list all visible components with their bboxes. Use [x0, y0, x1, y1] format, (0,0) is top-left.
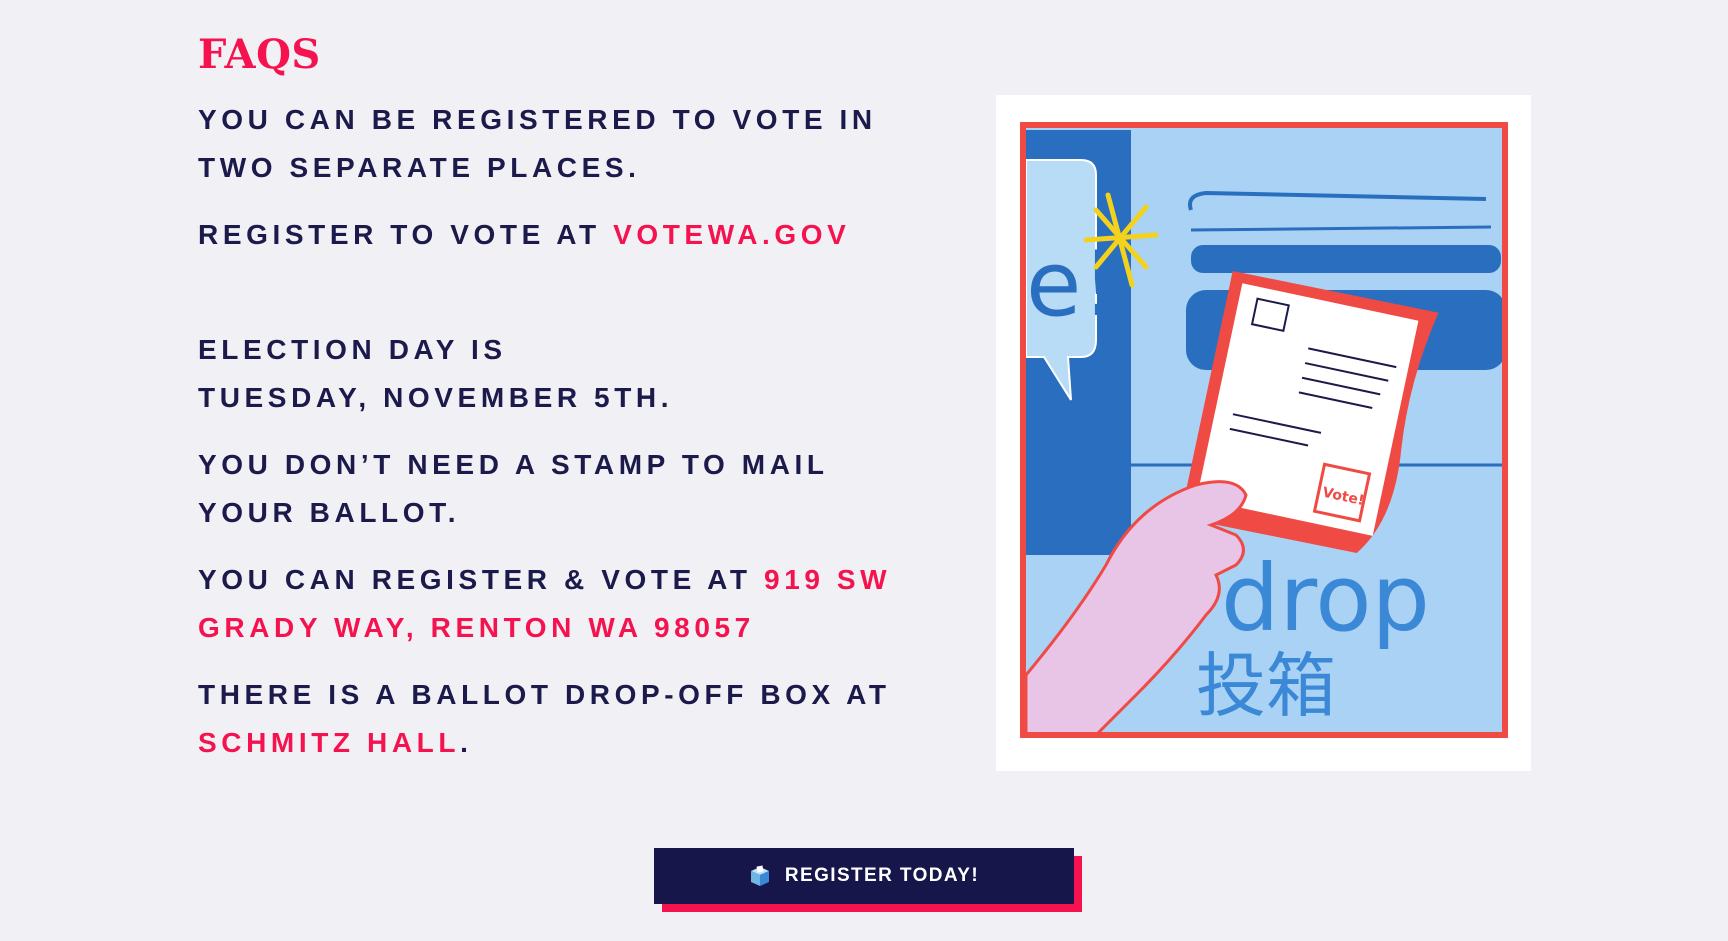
speech-bubble-text: e! [1026, 232, 1117, 337]
faq-item-period: . [460, 727, 473, 758]
faq-item-text: YOU CAN REGISTER & VOTE AT [198, 564, 765, 595]
faq-title: FAQS [198, 31, 321, 78]
drop-box-chinese-text: 投箱 [1196, 645, 1336, 727]
faq-item-text: ELECTION DAY IS TUESDAY, NOVEMBER 5TH. [198, 334, 674, 413]
faq-item-no-stamp: YOU DON’T NEED A STAMP TO MAIL YOUR BALL… [198, 441, 938, 537]
drop-text: drop [1221, 545, 1430, 652]
faq-item-register-in-person: YOU CAN REGISTER & VOTE AT 919 SW GRADY … [198, 556, 938, 652]
faq-item-text: REGISTER TO VOTE AT [198, 219, 614, 250]
register-today-button[interactable]: REGISTER TODAY! [654, 848, 1074, 904]
ballot-drop-illustration: e! drop 投箱 Vote! [996, 95, 1531, 771]
ballot-drop-artwork: e! drop 投箱 Vote! [1020, 122, 1508, 738]
register-cta: REGISTER TODAY! [654, 848, 1082, 912]
schmitz-hall-link[interactable]: SCHMITZ HALL [198, 727, 460, 758]
slot-opening [1191, 245, 1501, 273]
faq-item-text: YOU CAN BE REGISTERED TO VOTE IN TWO SEP… [198, 104, 877, 183]
faq-item-text: YOU DON’T NEED A STAMP TO MAIL YOUR BALL… [198, 449, 829, 528]
register-today-label: REGISTER TODAY! [784, 865, 980, 886]
faq-item-drop-box: THERE IS A BALLOT DROP-OFF BOX AT SCHMIT… [198, 671, 938, 767]
faq-item-election-day: ELECTION DAY IS TUESDAY, NOVEMBER 5TH. [198, 278, 938, 422]
votewa-link[interactable]: VOTEWA.GOV [613, 219, 850, 250]
faq-list: YOU CAN BE REGISTERED TO VOTE IN TWO SEP… [198, 96, 938, 786]
faq-item-register-online: REGISTER TO VOTE AT VOTEWA.GOV [198, 211, 938, 259]
faq-item-text: THERE IS A BALLOT DROP-OFF BOX AT [198, 679, 891, 710]
faq-item-separate-places: YOU CAN BE REGISTERED TO VOTE IN TWO SEP… [198, 96, 938, 192]
ballot-box-icon [749, 865, 771, 887]
